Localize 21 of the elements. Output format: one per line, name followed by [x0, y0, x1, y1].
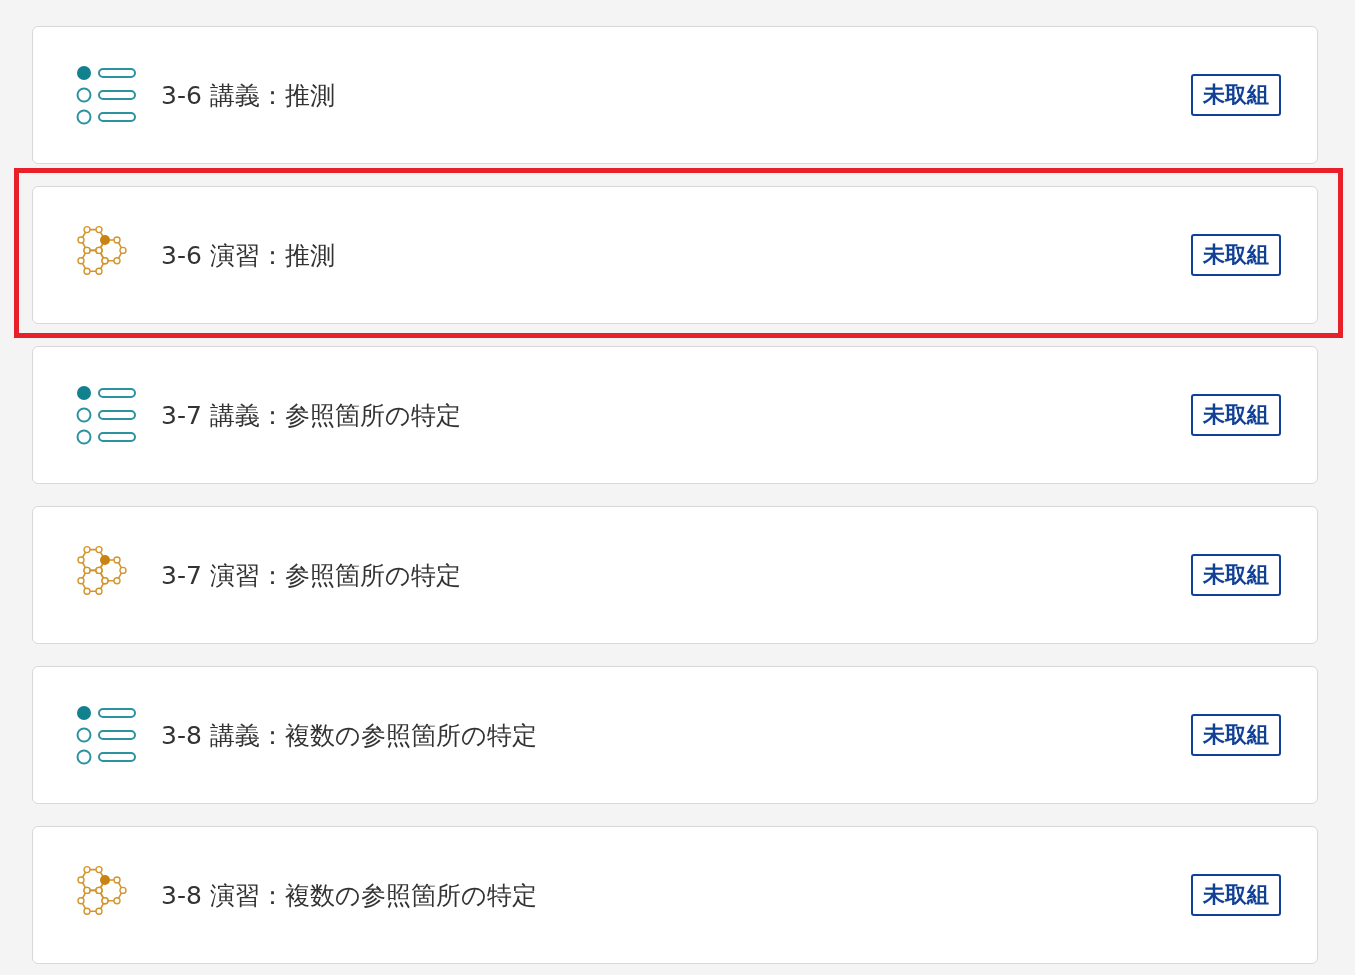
lesson-title: 3-6 講義：推測 — [161, 79, 336, 112]
lesson-title: 3-7 講義：参照箇所の特定 — [161, 399, 462, 432]
lesson-title: 3-6 演習：推測 — [161, 239, 336, 272]
lesson-title: 3-8 講義：複数の参照箇所の特定 — [161, 719, 538, 752]
lesson-card[interactable]: 3-8 演習：複数の参照箇所の特定 未取組 — [32, 826, 1318, 964]
list-icon — [75, 65, 137, 125]
lesson-card[interactable]: 3-8 講義：複数の参照箇所の特定 未取組 — [32, 666, 1318, 804]
list-icon — [75, 385, 137, 445]
status-badge: 未取組 — [1191, 234, 1281, 276]
lesson-title: 3-8 演習：複数の参照箇所の特定 — [161, 879, 538, 912]
lesson-card[interactable]: 3-7 演習：参照箇所の特定 未取組 — [32, 506, 1318, 644]
lesson-title: 3-7 演習：参照箇所の特定 — [161, 559, 462, 592]
status-badge: 未取組 — [1191, 394, 1281, 436]
lesson-card[interactable]: 3-6 講義：推測 未取組 — [32, 26, 1318, 164]
status-badge: 未取組 — [1191, 554, 1281, 596]
list-icon — [75, 705, 137, 765]
lesson-card[interactable]: 3-6 演習：推測 未取組 — [32, 186, 1318, 324]
status-badge: 未取組 — [1191, 74, 1281, 116]
status-badge: 未取組 — [1191, 874, 1281, 916]
status-badge: 未取組 — [1191, 714, 1281, 756]
lesson-card[interactable]: 3-7 講義：参照箇所の特定 未取組 — [32, 346, 1318, 484]
